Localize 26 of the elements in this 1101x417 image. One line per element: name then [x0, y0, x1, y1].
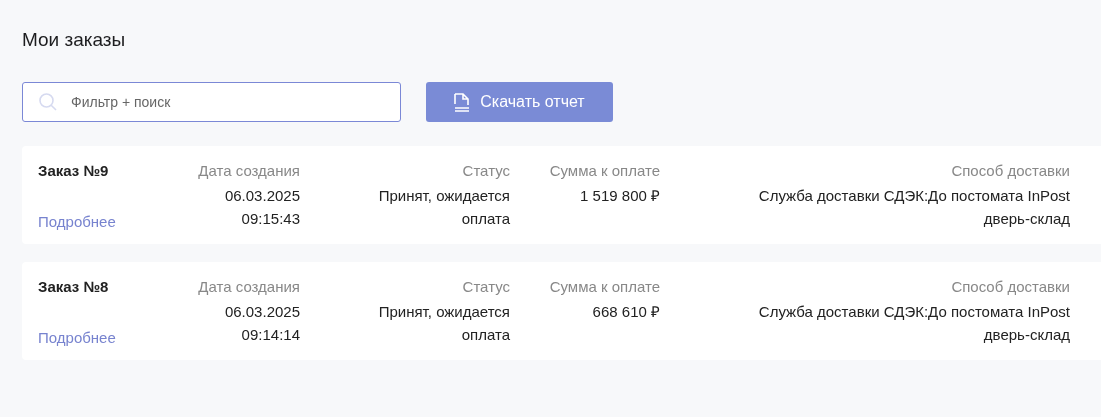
field-label: Способ доставки — [951, 162, 1070, 179]
field-label: Способ доставки — [951, 278, 1070, 295]
order-status: Принят, ожидается оплата — [377, 186, 510, 229]
field-label: Сумма к оплате — [549, 162, 660, 179]
delivery-method: Служба доставки СДЭК:До постомата InPost дверь-склад — [757, 302, 1070, 345]
order-title: Заказ №8 — [38, 278, 110, 295]
order-time: 09:15:43 — [241, 209, 300, 229]
search-field[interactable]: Фильтр + поиск — [22, 82, 401, 122]
page-title: Мои заказы — [22, 28, 127, 52]
order-title: Заказ №9 — [38, 162, 110, 179]
details-link[interactable]: Подробнее — [38, 213, 150, 230]
file-icon — [454, 92, 471, 112]
field-label: Дата создания — [198, 162, 300, 179]
field-label: Дата создания — [198, 278, 300, 295]
order-sum: 668 610 ₽ — [592, 302, 660, 322]
field-label: Статус — [462, 162, 510, 179]
order-status: Принят, ожидается оплата — [377, 302, 510, 345]
order-date: 06.03.2025 — [224, 302, 300, 322]
order-date: 06.03.2025 — [224, 186, 300, 206]
field-label: Сумма к оплате — [549, 278, 660, 295]
field-label: Статус — [462, 278, 510, 295]
download-button[interactable]: Скачать отчет — [426, 82, 613, 122]
delivery-method: Служба доставки СДЭК:До постомата InPost дверь-склад — [757, 186, 1070, 229]
details-link[interactable]: Подробнее — [38, 329, 150, 346]
order-sum: 1 519 800 ₽ — [580, 186, 660, 206]
order-time: 09:14:14 — [241, 325, 300, 345]
